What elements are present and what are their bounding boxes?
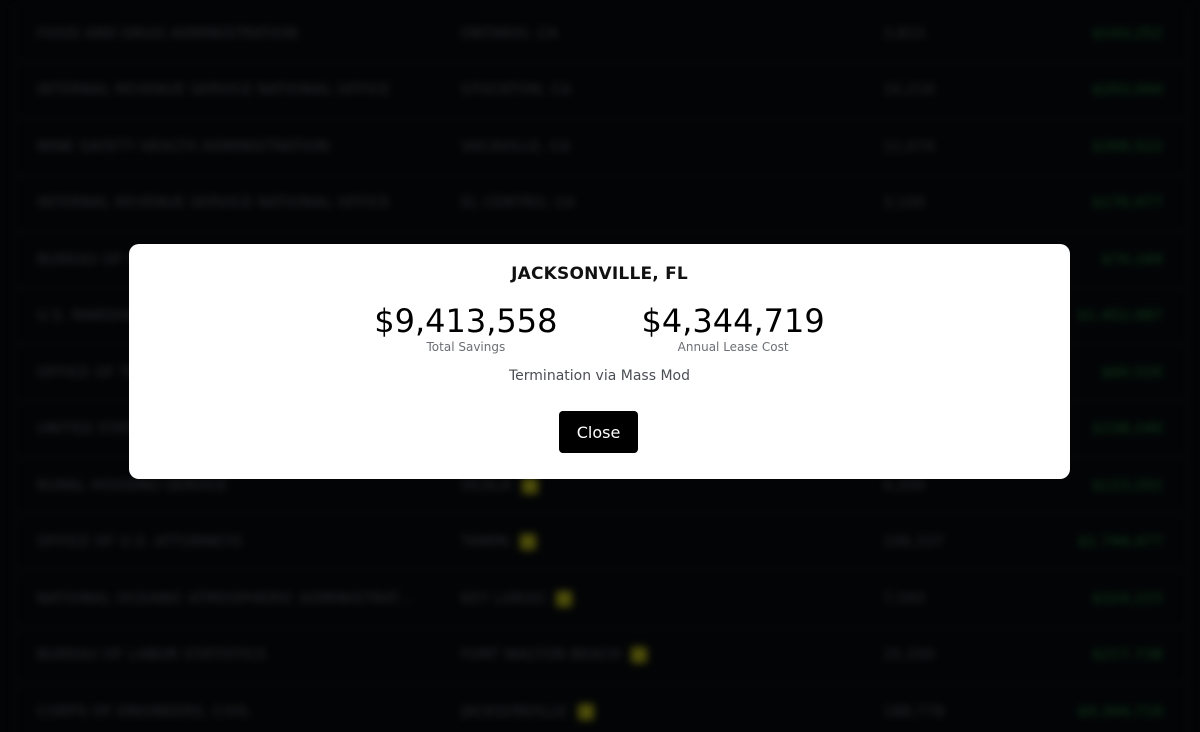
- modal-title: JACKSONVILLE, FL: [511, 264, 688, 284]
- close-button[interactable]: Close: [559, 411, 638, 453]
- termination-method: Termination via Mass Mod: [509, 368, 690, 384]
- lease-detail-modal: JACKSONVILLE, FL $9,413,558 Total Saving…: [129, 244, 1070, 479]
- annual-lease-value: $4,344,719: [641, 302, 825, 340]
- annual-lease-stat: $4,344,719 Annual Lease Cost: [642, 302, 825, 354]
- total-savings-label: Total Savings: [426, 340, 506, 354]
- page: FOOD AND DRUG ADMINISTRATION ONTARIO, CA 3…: [0, 0, 1200, 732]
- modal-stats: $9,413,558 Total Savings $4,344,719 Annu…: [129, 302, 1070, 354]
- total-savings-stat: $9,413,558 Total Savings: [374, 302, 557, 354]
- annual-lease-label: Annual Lease Cost: [677, 340, 789, 354]
- total-savings-value: $9,413,558: [374, 302, 558, 340]
